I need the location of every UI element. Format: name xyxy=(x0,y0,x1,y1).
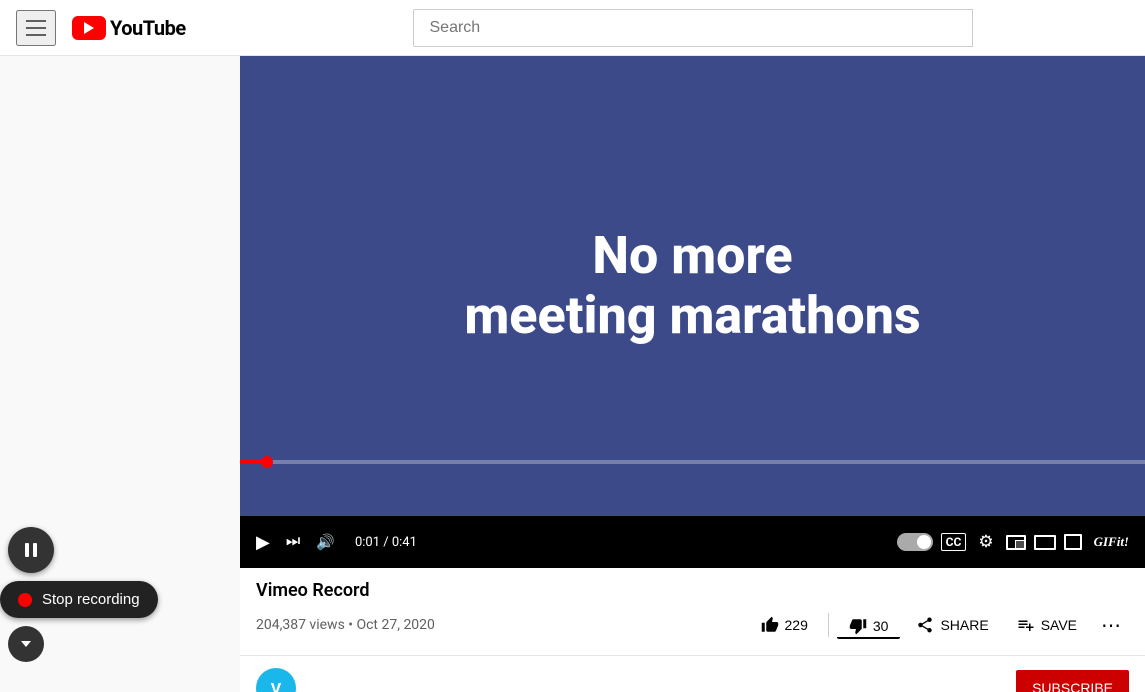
header: YouTube xyxy=(0,0,1145,56)
stop-recording-button[interactable]: Stop recording xyxy=(0,581,158,618)
video-stats: 204,387 views • Oct 27, 2020 xyxy=(256,617,435,633)
youtube-icon xyxy=(72,16,106,40)
youtube-logo[interactable]: YouTube xyxy=(72,16,186,40)
thumbs-up-icon xyxy=(761,616,779,634)
progress-bar-container[interactable] xyxy=(240,460,1145,464)
autoplay-toggle[interactable] xyxy=(897,533,933,551)
share-button[interactable]: SHARE xyxy=(904,610,1000,640)
like-count: 229 xyxy=(785,617,808,633)
save-icon xyxy=(1017,616,1035,634)
recording-overlay: Stop recording xyxy=(0,527,158,662)
miniplayer-button[interactable] xyxy=(1006,535,1026,550)
search-input[interactable] xyxy=(414,10,972,46)
save-label: SAVE xyxy=(1041,617,1077,633)
header-left: YouTube xyxy=(16,10,256,46)
play-button[interactable] xyxy=(252,528,274,557)
more-options-button[interactable]: ⋯ xyxy=(1093,607,1129,643)
controls-right: CC GIFit! xyxy=(897,528,1133,556)
video-player-container: No more meeting marathons 0:01 / 0:41 xyxy=(240,56,1145,568)
more-dots-icon: ⋯ xyxy=(1101,613,1121,638)
video-actions: 229 30 SHARE xyxy=(749,607,1129,643)
subscribe-button[interactable]: SUBSCRIBE xyxy=(1016,670,1129,692)
share-label: SHARE xyxy=(940,617,988,633)
save-button[interactable]: SAVE xyxy=(1005,610,1089,640)
dislike-count: 30 xyxy=(873,618,889,634)
share-icon xyxy=(916,616,934,634)
video-overlay-text: No more meeting marathons xyxy=(464,226,920,346)
next-button[interactable] xyxy=(282,529,304,555)
fullscreen-button[interactable] xyxy=(1064,534,1082,550)
channel-row: V SUBSCRIBE xyxy=(240,655,1145,692)
video-controls: 0:01 / 0:41 CC GIFit! xyxy=(240,516,1145,568)
record-dot-icon xyxy=(18,593,32,607)
gif-button[interactable]: GIFit! xyxy=(1090,530,1133,554)
pause-icon xyxy=(25,543,37,557)
content-area: No more meeting marathons 0:01 / 0:41 xyxy=(240,56,1145,692)
search-bar xyxy=(413,9,973,47)
like-dislike-divider xyxy=(828,613,829,637)
pause-recording-button[interactable] xyxy=(8,527,54,573)
video-title-line2: meeting marathons xyxy=(464,286,920,346)
stop-recording-label: Stop recording xyxy=(42,591,140,608)
like-button[interactable]: 229 xyxy=(749,610,820,640)
time-display: 0:01 / 0:41 xyxy=(355,535,417,550)
menu-button[interactable] xyxy=(16,10,56,46)
main-layout: No more meeting marathons 0:01 / 0:41 xyxy=(0,56,1145,692)
youtube-wordmark: YouTube xyxy=(110,16,186,40)
volume-button[interactable] xyxy=(312,529,339,555)
video-frame[interactable]: No more meeting marathons xyxy=(240,56,1145,516)
settings-button[interactable] xyxy=(974,528,997,556)
header-center xyxy=(256,9,1129,47)
progress-dot xyxy=(261,456,273,468)
theater-button[interactable] xyxy=(1034,535,1056,550)
video-meta-row: 204,387 views • Oct 27, 2020 229 xyxy=(256,607,1129,643)
thumbs-down-icon xyxy=(849,617,867,635)
progress-bar-fill xyxy=(240,460,267,464)
video-channel-title: Vimeo Record xyxy=(256,580,1129,601)
channel-avatar: V xyxy=(256,668,296,692)
video-info: Vimeo Record 204,387 views • Oct 27, 202… xyxy=(240,568,1145,655)
collapse-recording-button[interactable] xyxy=(8,626,44,662)
chevron-down-icon xyxy=(21,641,31,647)
dislike-button[interactable]: 30 xyxy=(837,611,901,639)
captions-button[interactable]: CC xyxy=(941,533,967,551)
video-title-line1: No more xyxy=(464,226,920,286)
